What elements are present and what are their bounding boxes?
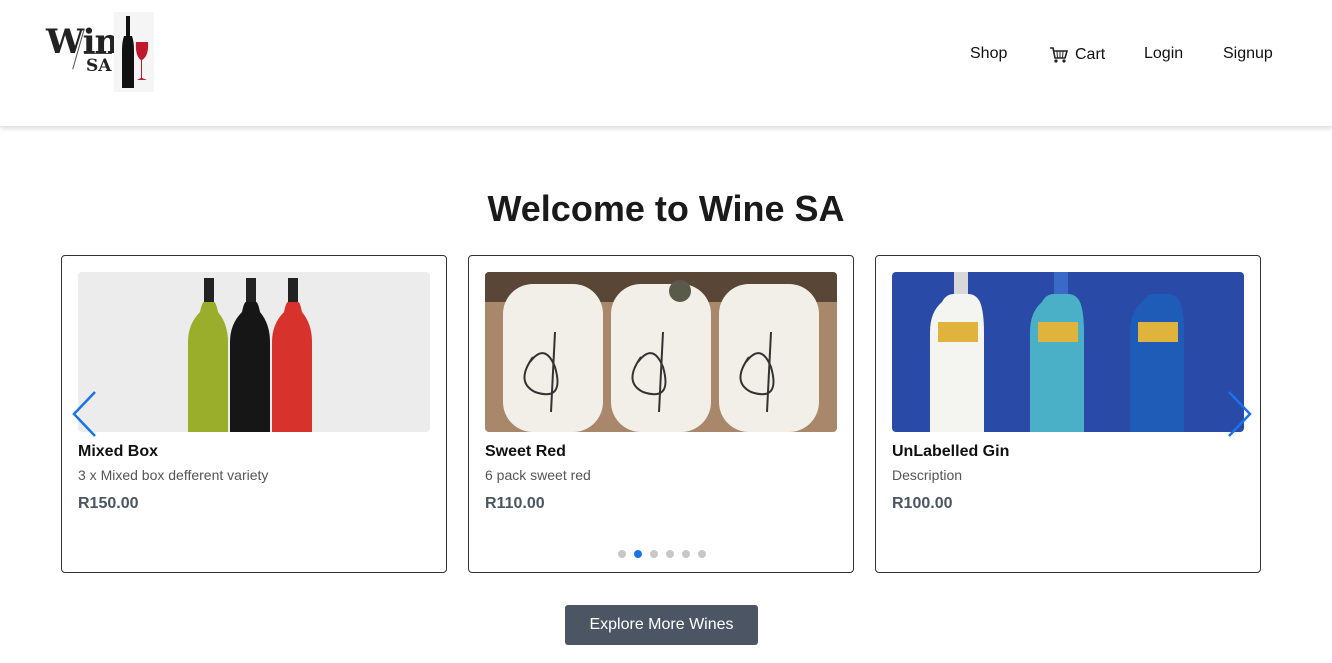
carousel-dot[interactable] (698, 550, 706, 558)
product-image (78, 272, 430, 432)
product-price: R110.00 (485, 495, 545, 512)
explore-more-wines-button[interactable]: Explore More Wines (565, 605, 758, 645)
product-description: Description (892, 467, 963, 483)
carousel-dot[interactable] (650, 550, 658, 558)
product-name: UnLabelled Gin (892, 443, 1010, 460)
product-card[interactable]: UnLabelled Gin Description R100.00 (875, 255, 1261, 573)
product-card[interactable]: Sweet Red 6 pack sweet red R110.00 (468, 255, 854, 573)
wine-bottle-glass-icon (114, 12, 154, 92)
product-card[interactable]: Mixed Box 3 x Mixed box defferent variet… (61, 255, 447, 573)
wine-sa-logo[interactable]: Wine SA (44, 12, 154, 92)
product-name: Sweet Red (485, 443, 566, 460)
nav-signup-link[interactable]: Signup (1223, 45, 1273, 65)
carousel-prev-button[interactable] (70, 390, 100, 438)
product-image (485, 272, 837, 432)
chevron-left-icon (72, 391, 96, 437)
site-header: Wine SA Shop Cart Login Signup (0, 0, 1332, 127)
product-price: R100.00 (892, 495, 953, 512)
product-description: 6 pack sweet red (485, 467, 591, 483)
product-price: R150.00 (78, 495, 139, 512)
product-name: Mixed Box (78, 443, 159, 460)
carousel-dot[interactable] (618, 550, 626, 558)
logo-sub: SA (86, 56, 112, 76)
carousel-dot[interactable] (666, 550, 674, 558)
nav-cart-link[interactable]: Cart (1049, 45, 1105, 65)
cart-icon (1050, 47, 1069, 63)
nav-login-link[interactable]: Login (1144, 45, 1183, 65)
nav-shop-link[interactable]: Shop (970, 45, 1007, 65)
carousel-pagination (618, 550, 706, 558)
carousel-next-button[interactable] (1224, 390, 1254, 438)
product-image (892, 272, 1244, 432)
carousel-dot[interactable] (682, 550, 690, 558)
carousel-dot-active[interactable] (634, 550, 642, 558)
page-title: Welcome to Wine SA (487, 188, 845, 229)
logo-underline (84, 53, 112, 54)
cart-label: Cart (1075, 46, 1106, 63)
product-description: 3 x Mixed box defferent variety (78, 467, 269, 483)
chevron-right-icon (1228, 391, 1252, 437)
